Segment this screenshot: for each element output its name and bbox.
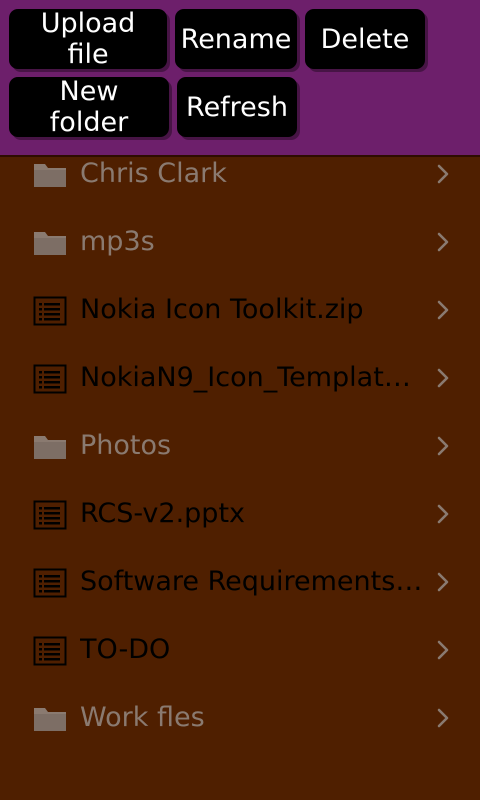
- folder-icon: [33, 160, 67, 190]
- delete-button[interactable]: Delete: [305, 9, 425, 69]
- refresh-button[interactable]: Refresh: [177, 77, 297, 137]
- document-icon: [33, 500, 67, 530]
- list-item-label: RCS-v2.pptx: [80, 498, 246, 529]
- rename-button[interactable]: Rename: [175, 9, 297, 69]
- folder-icon: [33, 228, 67, 258]
- document-icon: [33, 364, 67, 394]
- list-item[interactable]: Photos: [0, 411, 480, 479]
- list-item[interactable]: mp3s: [0, 207, 480, 275]
- upload-file-button[interactable]: Upload file: [9, 8, 167, 70]
- list-item-label: mp3s: [80, 226, 155, 257]
- chevron-right-icon: [436, 504, 450, 524]
- chevron-right-icon: [436, 708, 450, 728]
- folder-icon: [33, 432, 67, 462]
- list-item[interactable]: Work fles: [0, 683, 480, 751]
- folder-icon: [33, 704, 67, 734]
- toolbar-row-1: Upload file Rename Delete: [0, 8, 425, 70]
- list-item[interactable]: Software Requirements S...: [0, 547, 480, 615]
- list-item[interactable]: Nokia Icon Toolkit.zip: [0, 275, 480, 343]
- chevron-right-icon: [436, 232, 450, 252]
- list-item-label: Chris Clark: [80, 158, 227, 189]
- list-item-label: Work fles: [80, 702, 205, 733]
- chevron-right-icon: [436, 436, 450, 456]
- chevron-right-icon: [436, 572, 450, 592]
- document-icon: [33, 636, 67, 666]
- document-icon: [33, 568, 67, 598]
- list-item-label: NokiaN9_Icon_Templates....: [80, 362, 425, 393]
- list-item[interactable]: TO-DO: [0, 615, 480, 683]
- chevron-right-icon: [436, 368, 450, 388]
- list-item[interactable]: Chris Clark: [0, 139, 480, 207]
- toolbar: Upload file Rename Delete New folder Ref…: [0, 0, 480, 157]
- chevron-right-icon: [436, 300, 450, 320]
- list-item[interactable]: NokiaN9_Icon_Templates....: [0, 343, 480, 411]
- toolbar-row-2: New folder Refresh: [0, 76, 297, 138]
- file-list: Chris Clark mp3s Nokia Icon Toolkit.zip Nok…: [0, 139, 480, 751]
- chevron-right-icon: [436, 164, 450, 184]
- document-icon: [33, 296, 67, 326]
- list-item-label: TO-DO: [80, 634, 171, 665]
- new-folder-button[interactable]: New folder: [9, 76, 169, 138]
- chevron-right-icon: [436, 640, 450, 660]
- list-item-label: Nokia Icon Toolkit.zip: [80, 294, 364, 325]
- list-item[interactable]: RCS-v2.pptx: [0, 479, 480, 547]
- list-item-label: Software Requirements S...: [80, 566, 425, 597]
- list-item-label: Photos: [80, 430, 172, 461]
